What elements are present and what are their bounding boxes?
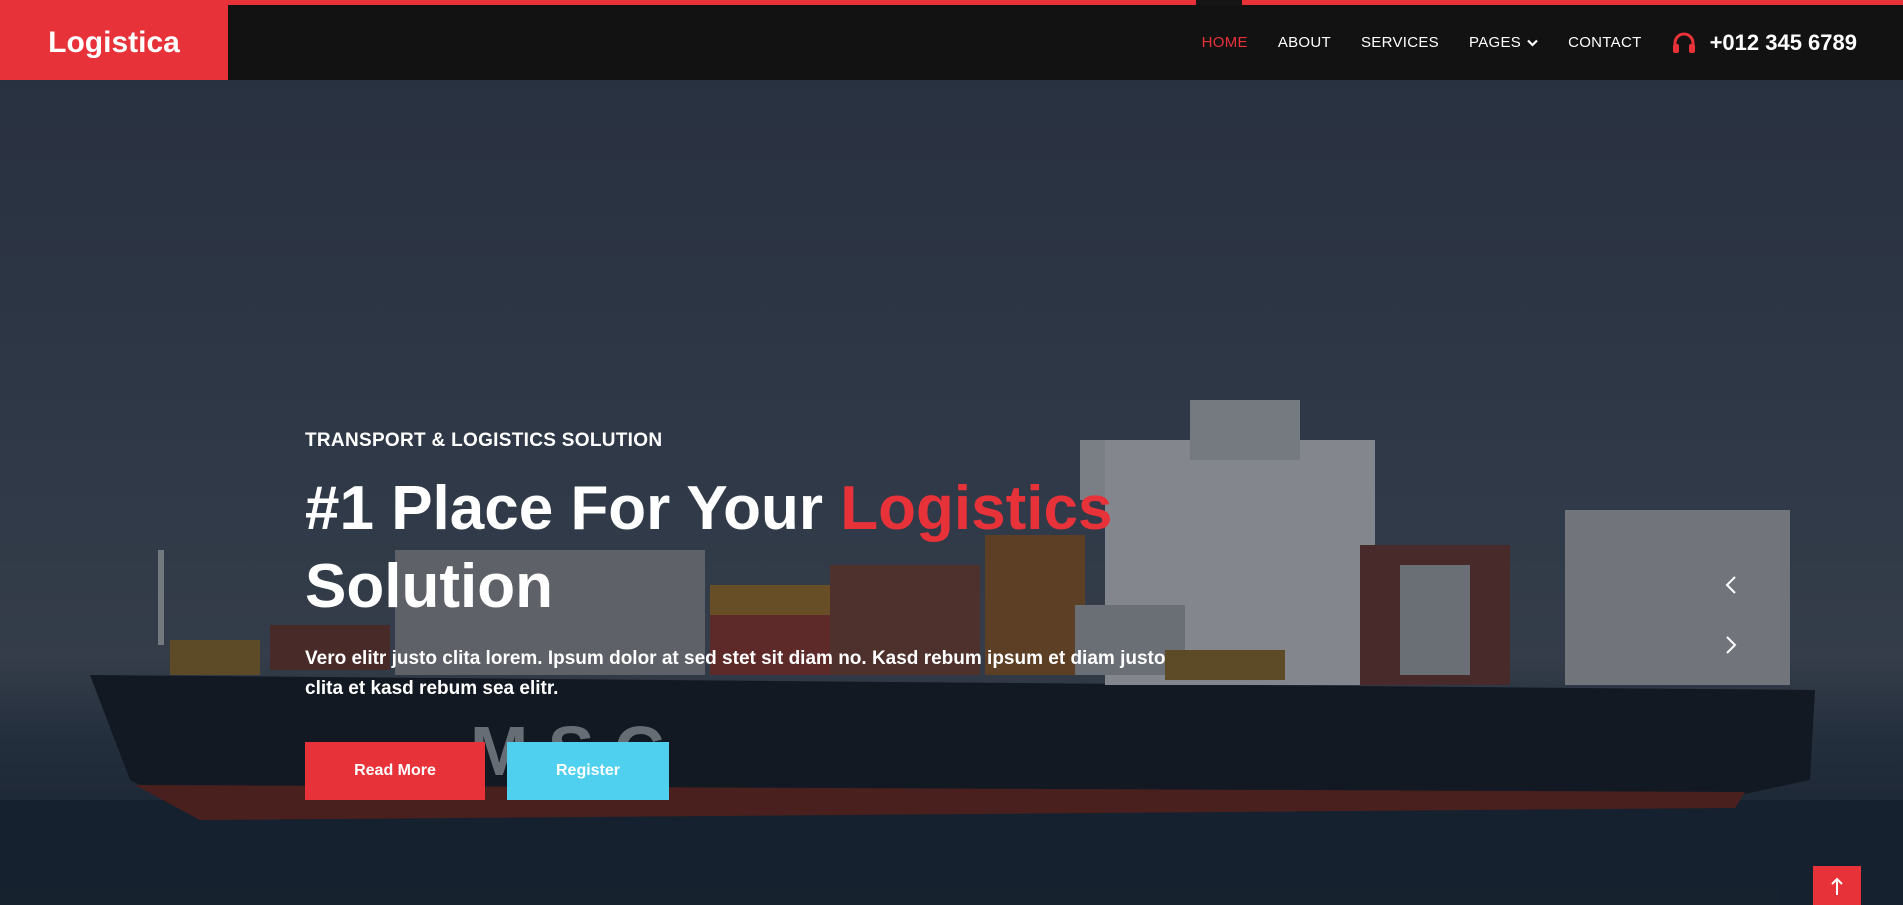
hero-title-part2: Solution [305,552,553,621]
nav-menu: HOME ABOUT SERVICES PAGES CONTACT +012 3… [1202,5,1903,80]
hero-description: Vero elitr justo clita lorem. Ipsum dolo… [305,648,1166,699]
hero-buttons: Read More Register [305,742,1205,800]
nav-contact[interactable]: CONTACT [1568,34,1641,51]
page: Logistica HOME ABOUT SERVICES PAGES CONT… [0,0,1903,905]
chevron-down-icon [1527,34,1538,51]
hero-kicker: TRANSPORT & LOGISTICS SOLUTION [305,430,663,451]
register-button[interactable]: Register [507,742,669,800]
chevron-left-icon [1725,576,1736,594]
nav-pages-label: PAGES [1469,34,1522,51]
brand-logo[interactable]: Logistica [0,5,228,80]
carousel-prev-button[interactable] [1720,574,1742,596]
nav-about[interactable]: ABOUT [1278,34,1331,51]
hero-carousel: M S C TRANSPORT & LOGISTICS S [0,80,1903,905]
hero-title-part1: #1 Place For Your [305,474,841,543]
nav-about-label: ABOUT [1277,34,1331,51]
navbar: Logistica HOME ABOUT SERVICES PAGES CONT… [0,5,1903,80]
nav-home[interactable]: HOME [1202,34,1248,51]
hero-title-accent: Logistics [840,474,1113,543]
nav-services-label: SERVICES [1361,34,1439,51]
back-to-top-button[interactable] [1813,866,1861,905]
chevron-right-icon [1726,636,1737,654]
nav-pages-dropdown[interactable]: PAGES [1469,34,1538,51]
nav-services[interactable]: SERVICES [1361,34,1439,51]
hero-title: #1 Place For Your Logistics Solution [305,470,1205,626]
headphones-icon [1672,32,1695,53]
carousel-next-button[interactable] [1720,634,1742,656]
read-more-button[interactable]: Read More [305,742,485,800]
phone-number: +012 345 6789 [1709,29,1857,55]
phone-contact[interactable]: +012 345 6789 [1672,30,1857,56]
hero-content: TRANSPORT & LOGISTICS SOLUTION #1 Place … [305,430,1205,800]
nav-home-label: HOME [1201,34,1248,51]
arrow-up-icon [1831,877,1843,895]
nav-contact-label: CONTACT [1568,34,1642,51]
